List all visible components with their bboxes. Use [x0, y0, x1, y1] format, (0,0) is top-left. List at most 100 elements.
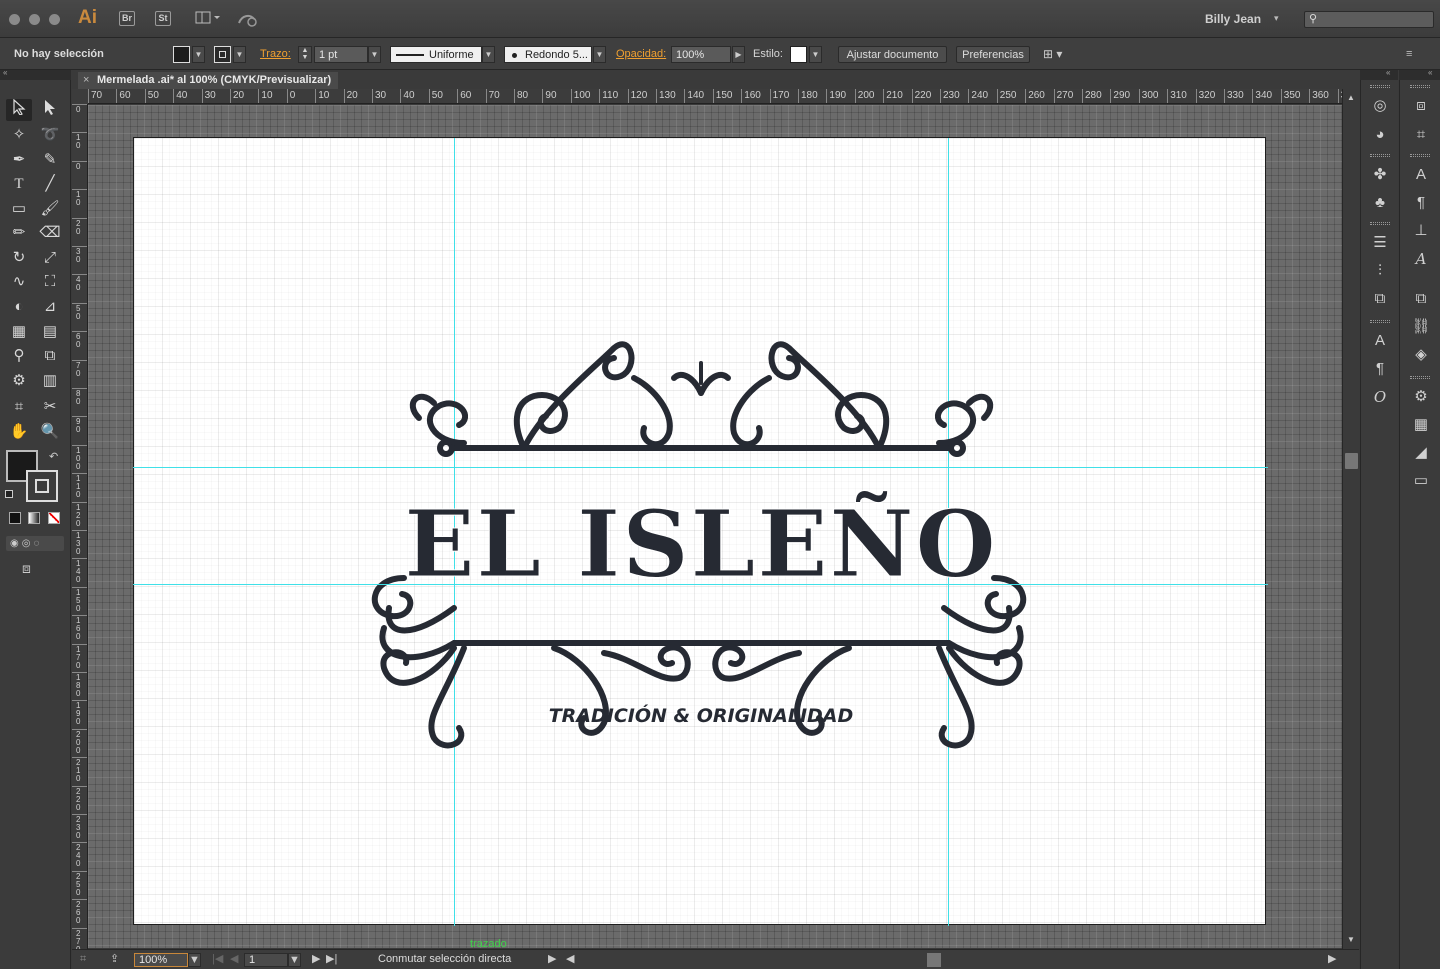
prev-artboard-icon[interactable]: ◀: [230, 953, 238, 967]
pencil-tool-icon[interactable]: ✏: [6, 222, 32, 244]
stroke-profile-select[interactable]: Uniforme: [390, 46, 482, 63]
artboard-number-field[interactable]: 1: [244, 953, 288, 967]
direct-selection-tool-icon[interactable]: [37, 99, 63, 121]
gradient-panel-icon[interactable]: ◢: [1409, 442, 1433, 464]
brush-select[interactable]: Redondo 5...: [504, 46, 592, 63]
guide-horizontal-bottom[interactable]: [133, 584, 1268, 585]
horizontal-scroll-thumb[interactable]: [927, 953, 941, 967]
rectangle-tool-icon[interactable]: ▭: [6, 198, 32, 220]
swap-fill-stroke-icon[interactable]: ↶: [49, 450, 58, 463]
none-mode-icon[interactable]: [48, 512, 60, 524]
arrange-documents-icon[interactable]: [195, 11, 221, 26]
horizontal-ruler[interactable]: 70 60 50 40 30 20 10 0 10 20 30 40 50 60 70 80 90 100 110 1…: [88, 89, 1342, 104]
zoom-tool-icon[interactable]: 🔍: [37, 421, 63, 443]
collapse-dock-icon[interactable]: «: [1386, 68, 1390, 77]
color-mode-icon[interactable]: [9, 512, 21, 524]
transform-icon[interactable]: ⌗: [1409, 124, 1433, 146]
chevron-down-icon[interactable]: ▾: [1274, 13, 1279, 24]
brushes-icon[interactable]: ✤: [1368, 164, 1392, 186]
collapse-dock2-icon[interactable]: «: [1428, 68, 1432, 77]
free-transform-tool-icon[interactable]: ⛶: [37, 271, 63, 293]
artboards-icon[interactable]: ⧈: [1409, 95, 1433, 117]
opacity-label[interactable]: Opacidad:: [616, 46, 666, 63]
vertical-ruler[interactable]: 0 1 0 0 1 0 2 0 3 0 4 0 5 0 6 0 7 0 8 0 9 0 1 0 0 1 1…: [72, 104, 88, 949]
magic-wand-tool-icon[interactable]: ✧: [6, 124, 32, 146]
stroke-color-box[interactable]: [26, 470, 58, 502]
screen-mode-icon[interactable]: ⧈: [22, 560, 31, 577]
mesh-tool-icon[interactable]: ▦: [6, 321, 32, 343]
ruler-origin[interactable]: [72, 89, 88, 104]
pen-tool-icon[interactable]: ✒: [6, 149, 32, 171]
opentype-icon[interactable]: O: [1368, 386, 1392, 408]
share-icon[interactable]: ⇪: [110, 953, 119, 967]
eyedropper-tool-icon[interactable]: ⚲: [6, 345, 32, 367]
blend-tool-icon[interactable]: ⧉: [37, 345, 63, 367]
document-tab[interactable]: × Mermelada .ai* al 100% (CMYK/Previsual…: [78, 72, 338, 89]
dock-grip[interactable]: [1370, 320, 1390, 323]
canvas-area[interactable]: EL ISLEÑO TRADICIÓN & ORIGINALIDAD traza…: [88, 105, 1342, 948]
graphic-style-swatch[interactable]: [790, 46, 807, 63]
shape-builder-tool-icon[interactable]: ◐: [6, 296, 32, 318]
fill-dropdown[interactable]: ▼: [192, 46, 205, 63]
gradient-tool-icon[interactable]: ▤: [37, 321, 63, 343]
gradient-mode-icon[interactable]: [28, 512, 40, 524]
status-menu-icon[interactable]: ▶: [548, 953, 556, 967]
paintbrush-tool-icon[interactable]: 🖌: [37, 198, 63, 220]
align-icon[interactable]: ⫶: [1368, 260, 1392, 282]
character-styles-icon[interactable]: A: [1368, 330, 1392, 352]
eraser-tool-icon[interactable]: ⌫: [37, 222, 63, 244]
preferences-button[interactable]: Preferencias: [956, 46, 1030, 63]
paragraph-styles-icon[interactable]: ¶: [1368, 358, 1392, 380]
stock-button[interactable]: St: [155, 11, 171, 26]
minimize-window-button[interactable]: [29, 14, 40, 25]
rotate-tool-icon[interactable]: ↻: [6, 247, 32, 269]
color-guide-icon[interactable]: ◎: [1368, 95, 1392, 117]
graphic-style-dropdown[interactable]: ▼: [809, 46, 822, 63]
guide-horizontal-top[interactable]: [133, 467, 1268, 468]
draw-mode-icons[interactable]: ◉◎◌: [6, 536, 64, 551]
scale-tool-icon[interactable]: ⤢: [37, 247, 63, 269]
column-graph-tool-icon[interactable]: ▥: [37, 370, 63, 392]
warp-tool-icon[interactable]: ∿: [6, 271, 32, 293]
slice-tool-icon[interactable]: ✂: [37, 396, 63, 418]
paragraph-icon[interactable]: ¶: [1409, 192, 1433, 214]
appearance-icon[interactable]: ⧉: [1409, 288, 1433, 310]
artboard-nav-icon[interactable]: ⌗: [80, 953, 86, 967]
stroke-weight-dropdown[interactable]: ▼: [368, 46, 381, 63]
links-icon[interactable]: ⛓: [1409, 316, 1433, 338]
stroke-panel-icon[interactable]: ☰: [1368, 232, 1392, 254]
close-window-button[interactable]: [9, 14, 20, 25]
symbol-sprayer-tool-icon[interactable]: ⚙: [6, 370, 32, 392]
default-colors-icon[interactable]: [5, 490, 13, 498]
hscroll-left-icon[interactable]: ◀: [566, 953, 574, 967]
swatches-icon[interactable]: ⚙: [1409, 386, 1433, 408]
sync-settings-icon[interactable]: [236, 11, 260, 27]
line-tool-icon[interactable]: ╱: [37, 173, 63, 195]
next-artboard-icon[interactable]: ▶: [312, 953, 320, 967]
vertical-scrollbar[interactable]: ▲ ▼: [1342, 89, 1359, 949]
stroke-weight-field[interactable]: 1 pt: [314, 46, 368, 63]
bridge-button[interactable]: Br: [119, 11, 135, 26]
dock-grip[interactable]: [1410, 154, 1430, 157]
last-artboard-icon[interactable]: ▶|: [326, 953, 337, 967]
hscroll-right-icon[interactable]: ▶: [1328, 953, 1336, 967]
selection-tool-icon[interactable]: [6, 98, 32, 121]
stroke-weight-stepper[interactable]: ▲ ▼: [298, 46, 312, 63]
dock-grip[interactable]: [1370, 154, 1390, 157]
artboard[interactable]: EL ISLEÑO TRADICIÓN & ORIGINALIDAD traza…: [133, 137, 1267, 948]
close-document-icon[interactable]: ×: [83, 72, 89, 89]
pathfinder-icon[interactable]: ⧉: [1368, 288, 1392, 310]
panel-menu-icon[interactable]: ≡: [1406, 46, 1426, 63]
perspective-grid-tool-icon[interactable]: ⊿: [37, 296, 63, 318]
lasso-tool-icon[interactable]: ➰: [37, 124, 63, 146]
character-icon[interactable]: A: [1409, 164, 1433, 186]
fill-swatch[interactable]: [173, 46, 190, 63]
logo-artwork[interactable]: EL ISLEÑO TRADICIÓN & ORIGINALIDAD: [134, 138, 1267, 926]
dock-grip[interactable]: [1410, 85, 1430, 88]
curvature-tool-icon[interactable]: ✎: [37, 149, 63, 171]
scroll-up-icon[interactable]: ▲: [1347, 93, 1355, 102]
color-icon[interactable]: ◕: [1368, 124, 1392, 146]
stroke-swatch[interactable]: [214, 46, 231, 63]
artboard-dropdown[interactable]: ▼: [288, 953, 301, 967]
dock-grip[interactable]: [1370, 85, 1390, 88]
